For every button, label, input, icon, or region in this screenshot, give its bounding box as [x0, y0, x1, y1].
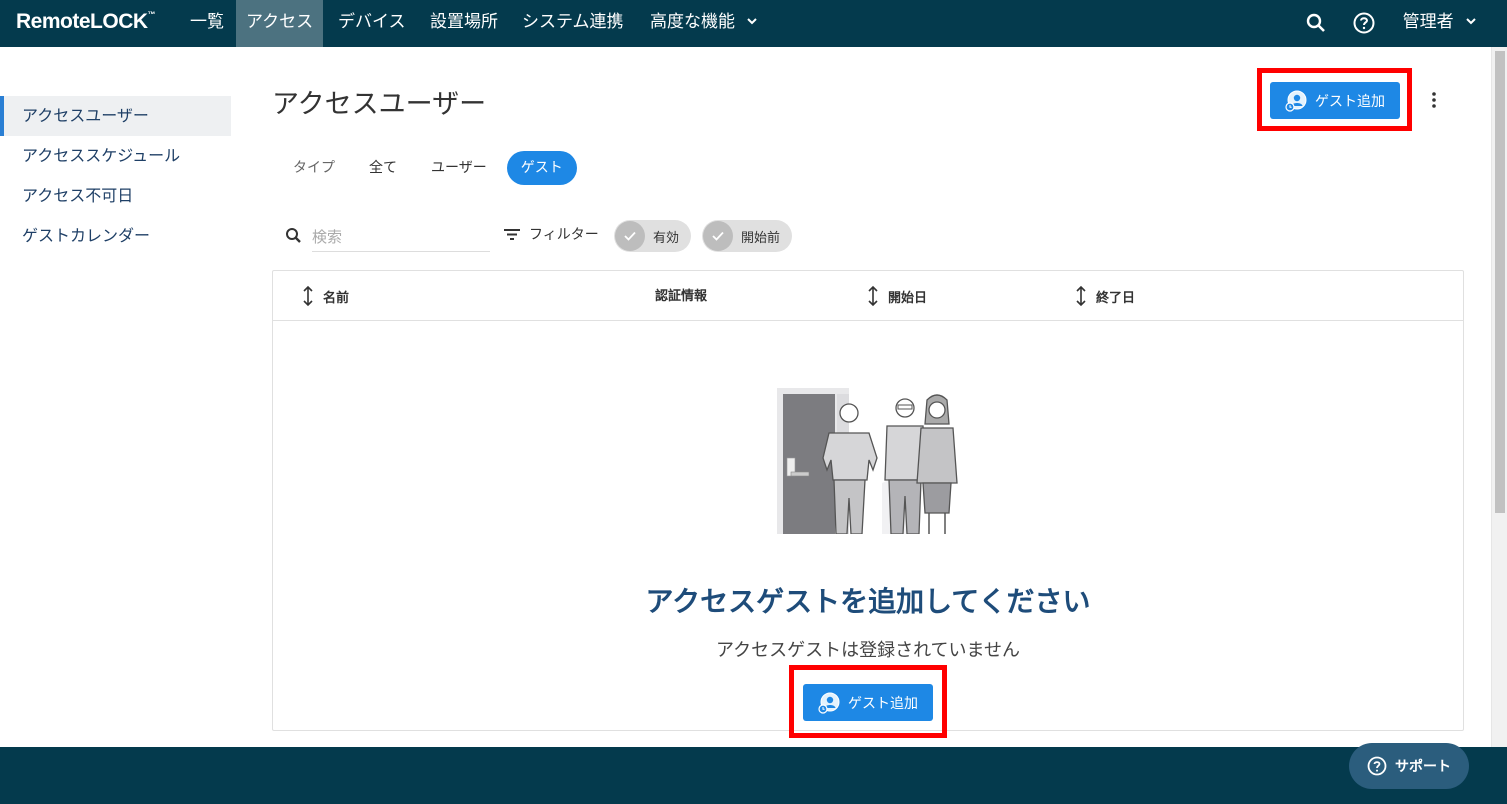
search-input[interactable]	[312, 222, 490, 252]
table-header: 名前 認証情報 開始日 終了日	[273, 271, 1463, 321]
sort-icon	[303, 285, 313, 307]
help-icon[interactable]	[1352, 11, 1376, 35]
column-header-end-date-label: 終了日	[1096, 290, 1136, 306]
type-label: タイプ	[293, 160, 335, 176]
help-icon	[1367, 756, 1387, 776]
filter-chip-active-label: 有効	[653, 230, 680, 246]
support-button[interactable]: サポート	[1349, 743, 1469, 789]
column-header-end-date[interactable]: 終了日	[1074, 285, 1135, 307]
sidebar-item-guest-calendar[interactable]: ゲストカレンダー	[0, 216, 231, 256]
sidebar-item-access-schedules[interactable]: アクセススケジュール	[0, 136, 231, 176]
logo-text: Remote	[16, 10, 91, 33]
type-tabs: タイプ 全て ユーザー ゲスト	[279, 151, 583, 185]
empty-state-title: アクセスゲストを追加してください	[645, 585, 1091, 618]
search-icon[interactable]	[1304, 11, 1328, 35]
filter-chip-upcoming[interactable]: 開始前	[702, 220, 793, 252]
nav-item-advanced[interactable]: 高度な機能	[640, 0, 768, 47]
chevron-down-icon	[1466, 18, 1476, 25]
filter-label: フィルター	[529, 227, 599, 243]
more-options-icon[interactable]	[1426, 90, 1442, 110]
filter-button[interactable]: フィルター	[503, 224, 599, 244]
column-header-start-date[interactable]: 開始日	[866, 285, 927, 307]
filter-chip-active[interactable]: 有効	[614, 220, 692, 252]
search-box	[282, 222, 492, 252]
sort-icon	[1076, 285, 1086, 307]
empty-state-add-guest-button[interactable]: ゲスト追加	[803, 684, 933, 721]
page-title: アクセスユーザー	[272, 89, 487, 120]
column-header-name[interactable]: 名前	[301, 285, 349, 307]
nav-item-locations[interactable]: 設置場所	[420, 0, 508, 47]
remotelock-logo[interactable]: RemoteLOCK™	[16, 10, 156, 34]
empty-state-add-guest-button-label: ゲスト追加	[848, 694, 918, 711]
user-menu[interactable]: 管理者	[1403, 0, 1477, 45]
logo-lock-text: LOCK	[90, 10, 148, 33]
filter-icon	[504, 229, 520, 240]
check-icon	[703, 221, 733, 251]
people-at-door-illustration	[777, 388, 958, 534]
sidebar-item-access-users[interactable]: アクセスユーザー	[0, 96, 231, 136]
user-menu-label: 管理者	[1402, 12, 1454, 32]
check-icon	[615, 221, 645, 251]
tab-guests[interactable]: ゲスト	[506, 151, 577, 185]
search-icon	[286, 228, 301, 243]
logo-trademark: ™	[147, 10, 156, 19]
nav-item-devices[interactable]: デバイス	[328, 0, 416, 47]
nav-item-overview[interactable]: 一覧	[180, 0, 234, 47]
support-button-label: サポート	[1395, 759, 1451, 775]
column-header-start-date-label: 開始日	[888, 290, 928, 306]
sidebar-item-blackout-dates[interactable]: アクセス不可日	[0, 176, 231, 216]
footer	[0, 747, 1507, 804]
guest-user-icon	[818, 692, 840, 714]
tab-users[interactable]: ユーザー	[417, 151, 501, 185]
tab-all[interactable]: 全て	[355, 151, 411, 185]
nav-item-advanced-label: 高度な機能	[650, 12, 735, 32]
chevron-down-icon	[747, 18, 758, 25]
column-header-credentials-label: 認証情報	[655, 289, 708, 304]
add-guest-button[interactable]: ゲスト追加	[1270, 82, 1400, 119]
nav-item-integrations[interactable]: システム連携	[512, 0, 634, 47]
column-header-name-label: 名前	[323, 290, 350, 306]
column-header-credentials: 認証情報	[655, 285, 707, 304]
empty-state-subtitle: アクセスゲストは登録されていません	[715, 640, 1021, 661]
nav-item-access[interactable]: アクセス	[236, 0, 324, 47]
sort-icon	[868, 285, 878, 307]
add-guest-button-label: ゲスト追加	[1315, 92, 1385, 109]
filter-chip-upcoming-label: 開始前	[741, 230, 781, 246]
scrollbar-thumb[interactable]	[1495, 51, 1505, 513]
sidebar: アクセスユーザー アクセススケジュール アクセス不可日 ゲストカレンダー	[0, 96, 231, 256]
top-nav: RemoteLOCK™ 一覧 アクセス デバイス 設置場所 システム連携 高度な…	[0, 0, 1507, 47]
guest-user-icon	[1285, 90, 1307, 112]
